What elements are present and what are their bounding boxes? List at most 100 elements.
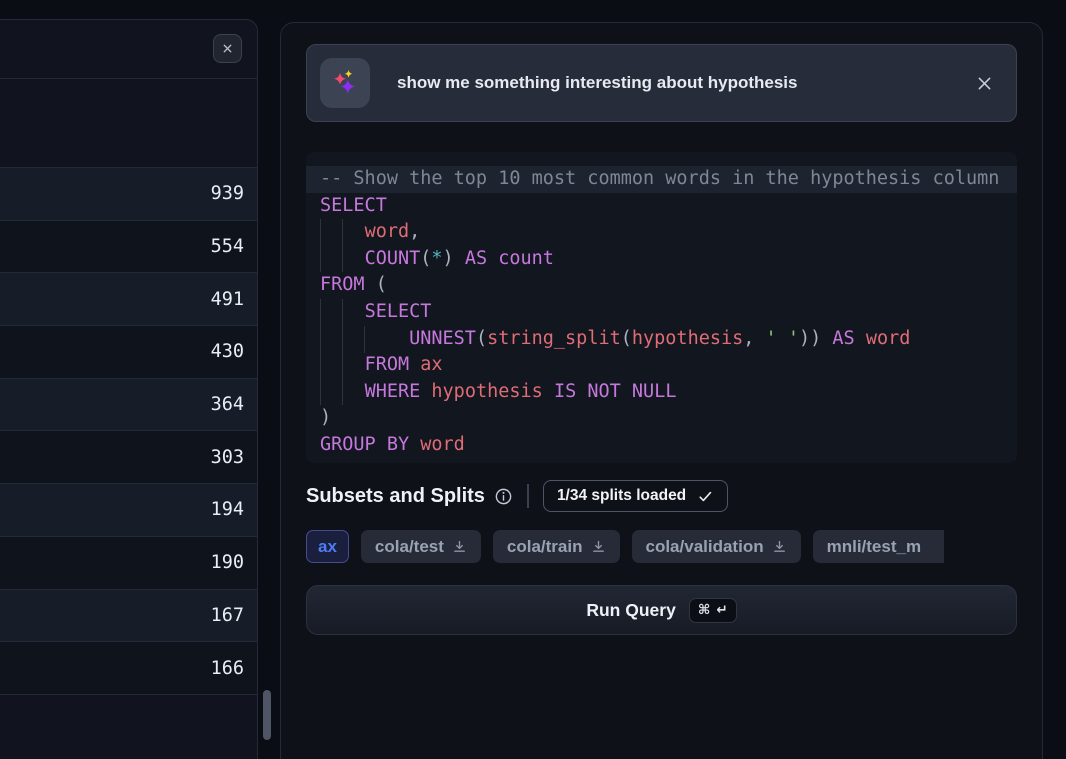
sparkle-yellow [345, 70, 353, 78]
keyboard-shortcut-badge: ⌘ ↵ [689, 598, 737, 623]
code-line: UNNEST(string_split(hypothesis, ' ')) AS… [306, 326, 1017, 353]
code-token: GROUP [320, 434, 376, 455]
count-cell: 194 [211, 499, 244, 520]
code-line: SELECT [306, 299, 1017, 326]
cmd-icon: ⌘ [698, 602, 711, 618]
run-query-button[interactable]: Run Query ⌘ ↵ [306, 585, 1017, 635]
splits-loaded-label: 1/34 splits loaded [557, 487, 686, 505]
query-panel: show me something interesting about hypo… [280, 22, 1043, 759]
code-token: * [431, 248, 442, 269]
splits-row: ax cola/test cola/train cola/validation mnli… [306, 530, 1017, 563]
table-row[interactable]: 303 [0, 431, 257, 484]
split-chip-cola-validation[interactable]: cola/validation [632, 530, 801, 563]
download-icon [772, 539, 787, 554]
split-chip-mnli-test-m[interactable]: mnli/test_m [813, 530, 944, 563]
info-icon[interactable] [494, 487, 513, 506]
code-token: ' ' [766, 328, 799, 349]
indent-guide [364, 326, 365, 353]
close-results-button[interactable] [213, 34, 242, 63]
split-chip-cola-train[interactable]: cola/train [493, 530, 620, 563]
code-token [376, 434, 387, 455]
code-token: word [365, 221, 410, 242]
code-token: FROM [320, 274, 365, 295]
code-token: FROM [365, 354, 410, 375]
results-panel: 939 554 491 430 364 303 194 190 167 166 [0, 19, 258, 759]
count-cell: 166 [211, 658, 244, 679]
code-line: FROM ax [306, 352, 1017, 379]
code-token: UNNEST [409, 328, 476, 349]
code-line: COUNT(*) AS count [306, 246, 1017, 273]
code-token [409, 354, 420, 375]
count-cell: 303 [211, 447, 244, 468]
indent-guide [342, 299, 343, 405]
results-scrollbar-thumb[interactable] [263, 690, 271, 740]
count-cell: 554 [211, 236, 244, 257]
sparkle-pink [334, 73, 346, 85]
sparkles-icon [320, 58, 370, 108]
code-token: AS [832, 328, 854, 349]
code-line: word, [306, 219, 1017, 246]
code-token: COUNT [365, 248, 421, 269]
code-token: ( [420, 248, 431, 269]
indent-guide [342, 219, 343, 272]
splits-loaded-dropdown[interactable]: 1/34 splits loaded [543, 480, 728, 512]
ai-prompt-bar[interactable]: show me something interesting about hypo… [306, 44, 1017, 122]
table-row[interactable]: 430 [0, 326, 257, 379]
code-line: ) [306, 405, 1017, 432]
table-row[interactable]: 194 [0, 484, 257, 537]
code-line: WHERE hypothesis IS NOT NULL [306, 379, 1017, 406]
run-query-label: Run Query [586, 600, 675, 621]
sparkle-purple [341, 79, 355, 93]
table-row[interactable]: 166 [0, 642, 257, 695]
code-token [621, 381, 632, 402]
sql-code: -- Show the top 10 most common words in … [306, 152, 1017, 459]
code-line: -- Show the top 10 most common words in … [306, 166, 1017, 193]
table-row[interactable]: 364 [0, 379, 257, 432]
table-row[interactable]: 190 [0, 537, 257, 590]
table-row[interactable]: 939 [0, 168, 257, 221]
table-row[interactable]: 491 [0, 273, 257, 326]
code-token: string_split [487, 328, 621, 349]
indent-guide [320, 299, 321, 405]
code-token: word [866, 328, 911, 349]
count-cell: 491 [211, 289, 244, 310]
code-token [855, 328, 866, 349]
code-token: NOT [587, 381, 620, 402]
code-token [487, 248, 498, 269]
divider [527, 484, 529, 508]
check-icon [697, 488, 714, 505]
code-line: GROUP BY word [306, 432, 1017, 459]
return-icon: ↵ [716, 602, 727, 618]
code-token: -- Show the top 10 most common words in … [320, 168, 999, 189]
table-row[interactable]: 167 [0, 590, 257, 643]
code-token [576, 381, 587, 402]
code-token: NULL [632, 381, 677, 402]
code-token: ax [420, 354, 442, 375]
code-token: , [409, 221, 420, 242]
table-row[interactable]: 554 [0, 221, 257, 274]
clear-prompt-button[interactable] [975, 74, 994, 93]
split-chip-cola-test[interactable]: cola/test [361, 530, 481, 563]
split-chip-label: cola/validation [646, 537, 764, 557]
code-token: count [498, 248, 554, 269]
code-token [420, 381, 431, 402]
result-rows: 939 554 491 430 364 303 194 190 167 166 [0, 167, 257, 695]
code-token: ( [621, 328, 632, 349]
code-token: WHERE [365, 381, 421, 402]
sparkles-icon-glyph [328, 66, 362, 100]
download-icon [452, 539, 467, 554]
code-token: IS [554, 381, 576, 402]
prompt-text: show me something interesting about hypo… [397, 73, 975, 93]
code-token: hypothesis [632, 328, 743, 349]
count-cell: 167 [211, 605, 244, 626]
split-chip-ax[interactable]: ax [306, 530, 349, 563]
results-panel-header [0, 20, 257, 79]
split-chip-label: cola/train [507, 537, 583, 557]
sql-editor[interactable]: -- Show the top 10 most common words in … [306, 152, 1017, 463]
count-cell: 190 [211, 552, 244, 573]
code-token: ( [365, 274, 387, 295]
count-cell: 364 [211, 394, 244, 415]
count-cell: 430 [211, 341, 244, 362]
subsets-header: Subsets and Splits 1/34 splits loaded [306, 479, 728, 513]
code-token: word [420, 434, 465, 455]
